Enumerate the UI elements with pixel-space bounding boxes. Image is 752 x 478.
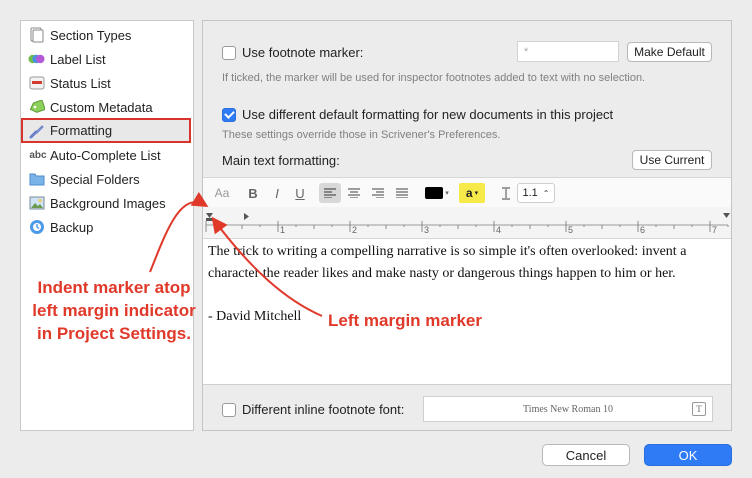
ruler-number: 4 (496, 225, 501, 235)
bold-button[interactable]: B (245, 183, 261, 203)
align-right-icon (372, 188, 384, 198)
inline-footnote-font-field[interactable]: Times New Roman 10 T (423, 396, 713, 422)
cancel-button[interactable]: Cancel (542, 444, 630, 466)
sidebar-item-status-list[interactable]: Status List (23, 72, 191, 94)
status-list-icon (28, 75, 45, 92)
sidebar-item-custom-metadata[interactable]: Custom Metadata (23, 96, 191, 118)
sidebar-item-label: Label List (50, 51, 106, 67)
sidebar-item-label: Custom Metadata (50, 99, 153, 115)
chevron-down-icon: ▾ (474, 190, 479, 197)
inline-footnote-checkbox[interactable] (222, 402, 236, 417)
sidebar-item-label: Background Images (50, 195, 166, 211)
footnote-marker-hint: If ticked, the marker will be used for i… (222, 72, 646, 84)
ruler-number: 5 (568, 225, 573, 235)
sidebar-item-label-list[interactable]: Label List (23, 48, 191, 70)
left-margin-marker[interactable] (206, 218, 213, 221)
settings-sidebar: Section Types Label List Status List Cus… (20, 20, 194, 431)
italic-button[interactable]: I (269, 183, 285, 203)
sidebar-item-auto-complete-list[interactable]: abc Auto-Complete List (23, 144, 191, 166)
sidebar-item-label: Backup (50, 219, 94, 235)
abc-icon: abc (29, 149, 47, 161)
align-left-button[interactable] (319, 183, 341, 203)
formatting-panel: Use footnote marker: * Make Default If t… (202, 20, 732, 431)
ruler-number: 2 (352, 225, 357, 235)
sidebar-item-backup[interactable]: Backup (23, 216, 191, 238)
tab-stop-marker[interactable] (244, 213, 249, 220)
ruler-number: 1 (280, 225, 285, 235)
format-toolbar: Aa B I U ▾ a ▾ 1.1 ⌃ (203, 177, 731, 207)
tag-icon (28, 99, 45, 116)
label-list-icon (28, 51, 45, 68)
sidebar-item-special-folders[interactable]: Special Folders (23, 168, 191, 190)
inline-footnote-font-value: Times New Roman 10 (523, 403, 613, 415)
ruler-scale: 1 2 3 4 5 6 7 (205, 213, 730, 235)
backup-icon (28, 219, 45, 236)
justify-icon (396, 188, 408, 198)
footnote-marker-checkbox[interactable] (222, 45, 236, 60)
footnote-marker-input[interactable]: * (517, 41, 619, 62)
align-right-button[interactable] (368, 183, 388, 203)
ruler: 1 2 3 4 5 6 7 (203, 207, 731, 239)
inline-footnote-label: Different inline footnote font: (242, 402, 405, 417)
underline-button[interactable]: U (292, 183, 308, 203)
default-formatting-row: Use different default formatting for new… (222, 107, 613, 122)
sidebar-item-label: Special Folders (50, 171, 140, 187)
use-current-button[interactable]: Use Current (632, 150, 712, 170)
line-spacing-value: 1.1 (522, 187, 538, 199)
ruler-number: 3 (424, 225, 429, 235)
main-text-row: Main text formatting: (222, 153, 340, 168)
right-margin-marker[interactable] (723, 213, 730, 218)
main-text-formatting-label: Main text formatting: (222, 153, 340, 168)
footnote-marker-row: Use footnote marker: (222, 45, 363, 60)
line-spacing-icon (499, 183, 513, 203)
stepper-icon: ⌃ (542, 188, 550, 198)
align-center-icon (348, 188, 360, 198)
sidebar-item-formatting[interactable]: Formatting (21, 118, 191, 143)
default-formatting-checkbox[interactable] (222, 107, 236, 122)
default-formatting-hint: These settings override those in Scriven… (222, 129, 501, 141)
ok-button[interactable]: OK (644, 444, 732, 466)
first-line-indent-marker[interactable] (206, 213, 213, 218)
ruler-number: 7 (712, 225, 717, 235)
text-color-button[interactable]: ▾ (424, 183, 450, 203)
left-margin-annotation: Left margin marker (328, 311, 482, 330)
text-color-swatch (425, 187, 444, 199)
sidebar-item-label: Auto-Complete List (50, 147, 161, 163)
font-picker-icon: T (692, 402, 706, 416)
brush-icon (28, 122, 45, 139)
ruler-number: 6 (640, 225, 645, 235)
highlight-color-button[interactable]: a ▾ (459, 183, 485, 203)
footnote-marker-label: Use footnote marker: (242, 45, 364, 60)
chevron-down-icon: ▾ (445, 190, 449, 197)
align-left-icon (324, 188, 336, 198)
justify-button[interactable] (392, 183, 412, 203)
sample-paragraph: The trick to writing a compelling narrat… (208, 244, 687, 281)
highlight-glyph: a (465, 186, 473, 200)
image-icon (28, 195, 45, 212)
align-center-button[interactable] (344, 183, 364, 203)
line-spacing-select[interactable]: 1.1 ⌃ (517, 183, 555, 203)
indent-marker-annotation: Indent marker atop left margin indicator… (32, 278, 196, 343)
default-formatting-label: Use different default formatting for new… (242, 107, 614, 122)
sidebar-item-label: Status List (50, 75, 111, 91)
section-types-icon (28, 27, 45, 44)
inline-footnote-row: Different inline footnote font: (222, 402, 404, 417)
sidebar-item-section-types[interactable]: Section Types (23, 24, 191, 46)
sidebar-item-label: Formatting (50, 123, 113, 138)
folder-icon (28, 171, 45, 188)
sidebar-item-label: Section Types (50, 27, 132, 43)
make-default-button[interactable]: Make Default (627, 42, 712, 62)
sidebar-item-background-images[interactable]: Background Images (23, 192, 191, 214)
font-panel-button[interactable]: Aa (212, 183, 232, 203)
